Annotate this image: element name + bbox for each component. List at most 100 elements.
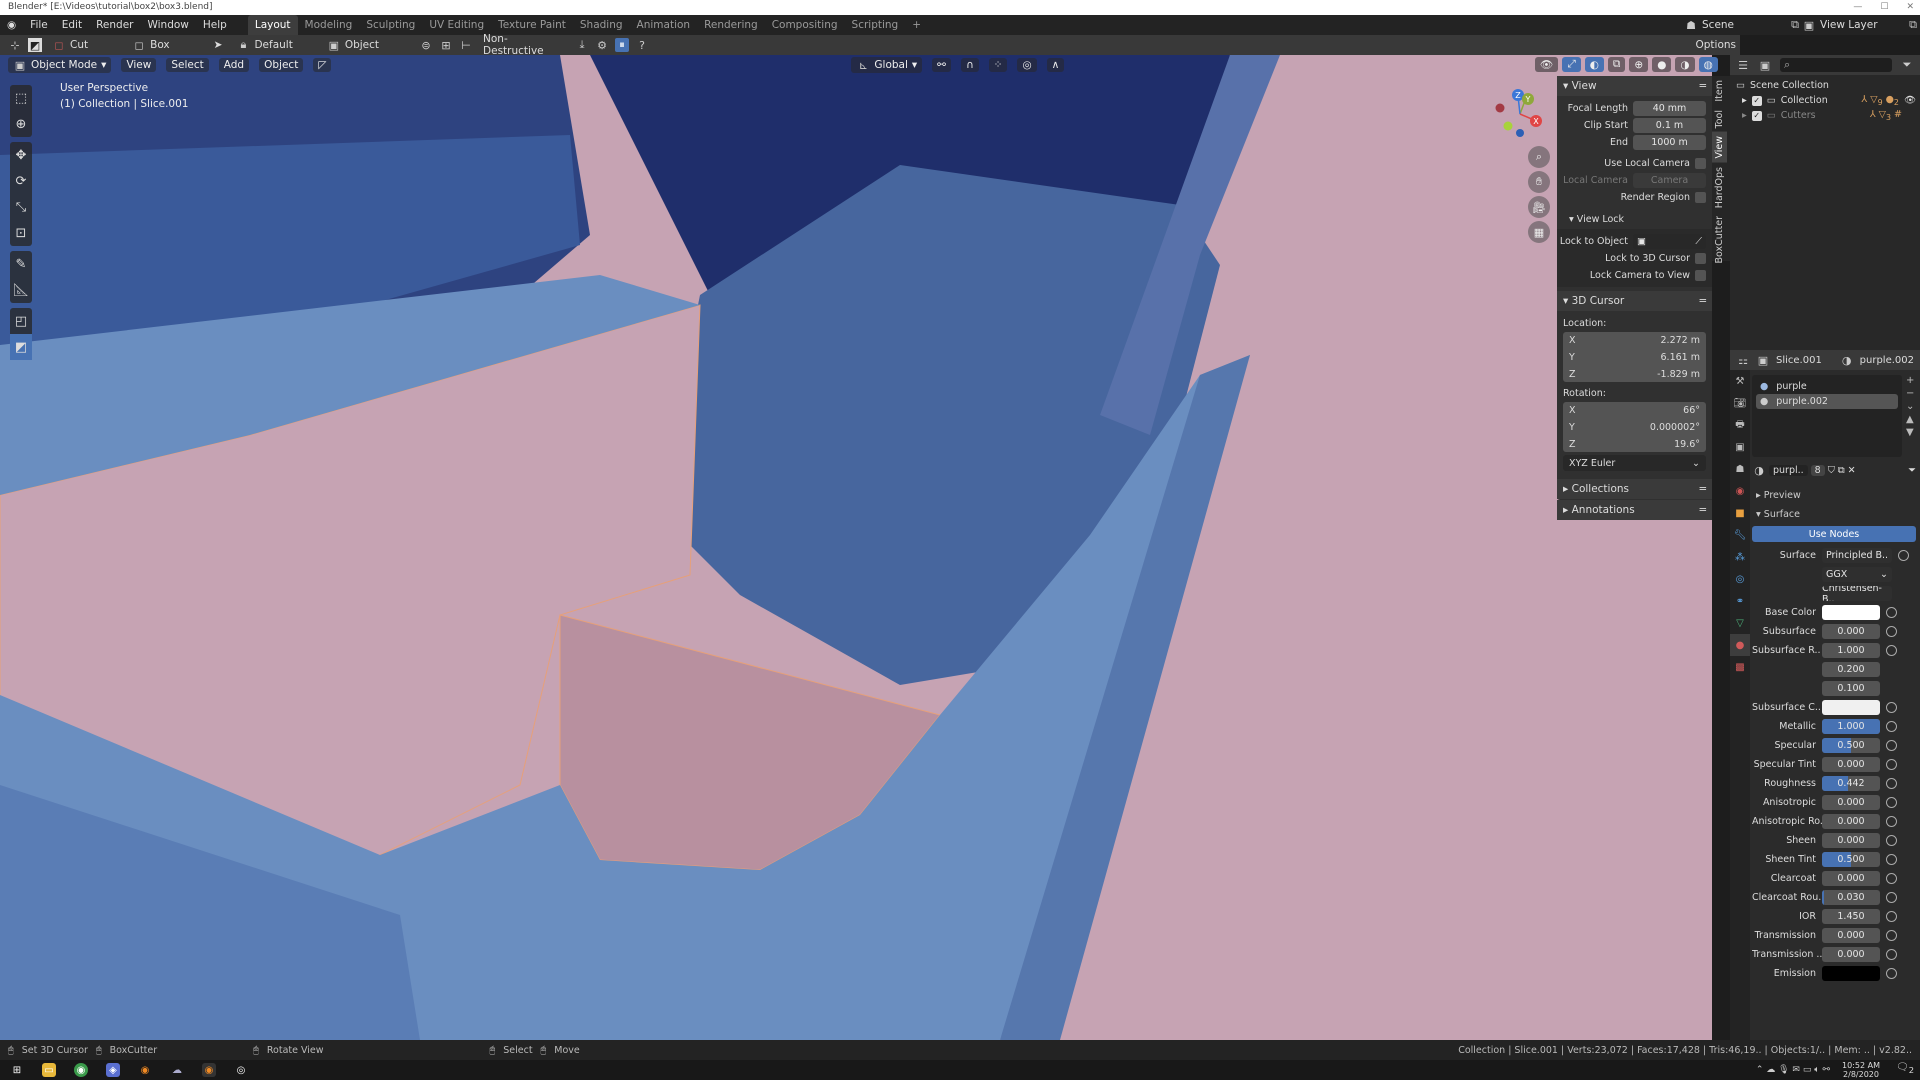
windows-start-icon[interactable]: ⊞: [10, 1063, 24, 1077]
visibility-icon[interactable]: 👁︎: [1535, 57, 1559, 72]
menu-edit[interactable]: Edit: [55, 15, 89, 35]
select-box-tool-icon[interactable]: ⬚: [10, 85, 32, 111]
options-dropdown[interactable]: Options: [1691, 37, 1740, 53]
render-tab-icon[interactable]: 📷︎: [1730, 392, 1750, 414]
duplicate-material-icon[interactable]: ⧉: [1838, 465, 1845, 476]
help-icon[interactable]: ?: [635, 38, 649, 52]
wireframe-shading-icon[interactable]: ⊕: [1629, 57, 1649, 72]
boxcutter-tool-icon[interactable]: ◩: [10, 334, 32, 360]
align-icon[interactable]: ⊢: [459, 38, 473, 52]
local-camera-field[interactable]: Camera: [1633, 172, 1706, 188]
value-slider[interactable]: 0.100: [1822, 681, 1880, 696]
socket-icon[interactable]: [1886, 645, 1897, 656]
cursor-rot-y[interactable]: Y 0.000002°: [1563, 419, 1706, 435]
texture-tab-icon[interactable]: ▩: [1730, 656, 1750, 678]
value-slider[interactable]: 1.000: [1822, 719, 1880, 734]
tab-tool[interactable]: Tool: [1712, 106, 1727, 132]
material-users-count[interactable]: 8: [1810, 465, 1825, 476]
material-shading-icon[interactable]: ◑: [1675, 57, 1695, 72]
value-slider[interactable]: 0.200: [1822, 662, 1880, 677]
value-slider[interactable]: 0.000: [1822, 624, 1880, 639]
menu-window[interactable]: Window: [140, 15, 195, 35]
value-slider[interactable]: 0.030: [1822, 890, 1880, 905]
settings-gear-icon[interactable]: ⚙: [595, 38, 609, 52]
move-slot-down-button[interactable]: ▼: [1906, 427, 1920, 438]
target-dropdown[interactable]: ▣ Object: [323, 37, 383, 53]
tool-tab-icon[interactable]: ⚒: [1730, 370, 1750, 392]
measure-tool-icon[interactable]: 📐︎: [10, 277, 32, 303]
focal-length-field[interactable]: 40 mm: [1633, 100, 1706, 116]
move-slot-up-button[interactable]: ▲: [1906, 414, 1920, 425]
viewport-extra-icon[interactable]: ◸: [313, 58, 332, 72]
minimize-button[interactable]: —: [1853, 0, 1862, 15]
socket-icon[interactable]: [1886, 797, 1897, 808]
filter-icon[interactable]: ⏷: [1900, 58, 1914, 72]
menu-select[interactable]: Select: [166, 58, 209, 72]
file-explorer-icon[interactable]: ▭: [42, 1063, 56, 1077]
clip-end-field[interactable]: 1000 m: [1633, 134, 1706, 150]
socket-icon[interactable]: [1886, 626, 1897, 637]
rendered-shading-icon[interactable]: ◍: [1698, 57, 1718, 72]
hardops-tool-icon[interactable]: ◰: [10, 308, 32, 334]
menu-render[interactable]: Render: [89, 15, 140, 35]
snap-icon[interactable]: ⊜: [419, 38, 433, 52]
socket-icon[interactable]: [1886, 930, 1897, 941]
camera-view-icon[interactable]: 🎥︎: [1528, 196, 1550, 218]
pan-hand-icon[interactable]: ✋︎: [1528, 171, 1550, 193]
pivot-dropdown[interactable]: 🔒︎ Default: [232, 37, 296, 53]
tab-compositing[interactable]: Compositing: [765, 15, 845, 35]
value-slider[interactable]: 0.000: [1822, 757, 1880, 772]
socket-icon[interactable]: [1898, 550, 1909, 561]
new-view-layer-icon[interactable]: ⧉: [1906, 18, 1920, 32]
transform-orientation-dropdown[interactable]: ⊾ Global ▾: [851, 57, 923, 73]
blender-active-icon[interactable]: ◉: [202, 1063, 216, 1077]
value-slider[interactable]: 0.000: [1822, 947, 1880, 962]
shape-dropdown[interactable]: ◻ Box: [128, 37, 174, 53]
menu-object[interactable]: Object: [259, 58, 304, 72]
value-slider[interactable]: 0.500: [1822, 852, 1880, 867]
scene-icon[interactable]: ☗: [1684, 18, 1698, 32]
value-slider[interactable]: 0.000: [1822, 871, 1880, 886]
tab-sculpting[interactable]: Sculpting: [359, 15, 422, 35]
ortho-grid-icon[interactable]: ▦: [1528, 221, 1550, 243]
tab-modeling[interactable]: Modeling: [298, 15, 360, 35]
tab-texture-paint[interactable]: Texture Paint: [491, 15, 573, 35]
surface-panel-header[interactable]: ▾ Surface: [1752, 505, 1920, 524]
gizmo-neg-y[interactable]: [1503, 121, 1513, 131]
cursor-tool-icon[interactable]: ⊕: [10, 111, 32, 137]
new-scene-icon[interactable]: ⧉: [1788, 18, 1802, 32]
scene-tab-icon[interactable]: ☗: [1730, 458, 1750, 480]
constraints-tab-icon[interactable]: ⚭: [1730, 590, 1750, 612]
collections-panel-header[interactable]: ▸ Collections ═: [1557, 479, 1712, 499]
remove-slot-button[interactable]: −: [1906, 388, 1920, 399]
zoom-icon[interactable]: ⌕: [1528, 146, 1550, 168]
filter-view-icon[interactable]: ▣: [1758, 58, 1772, 72]
modifier-tab-icon[interactable]: 🔧︎: [1730, 524, 1750, 546]
tab-shading[interactable]: Shading: [573, 15, 630, 35]
apply-icon[interactable]: ⤓: [575, 38, 589, 52]
tab-item[interactable]: Item: [1712, 76, 1727, 106]
subsurface-method-dropdown[interactable]: Christensen-B..: [1822, 586, 1892, 601]
scene-collection-row[interactable]: ▭ Scene Collection: [1730, 78, 1920, 93]
notifications-icon[interactable]: 🗨︎2: [1896, 1062, 1914, 1075]
socket-icon[interactable]: [1886, 721, 1897, 732]
maximize-button[interactable]: ☐: [1880, 0, 1888, 15]
scene-selector[interactable]: Scene: [1698, 17, 1788, 33]
value-slider[interactable]: 0.000: [1822, 928, 1880, 943]
pivot-point-icon[interactable]: ⚯: [932, 58, 951, 72]
socket-icon[interactable]: [1886, 778, 1897, 789]
use-nodes-button[interactable]: Use Nodes: [1752, 526, 1916, 542]
value-slider[interactable]: 1.000: [1822, 643, 1880, 658]
unlink-material-icon[interactable]: ✕: [1848, 465, 1856, 476]
tab-animation[interactable]: Animation: [630, 15, 698, 35]
navigation-gizmo[interactable]: Z Y X: [1490, 86, 1550, 146]
solid-shading-icon[interactable]: ●: [1652, 57, 1672, 72]
grid-icon[interactable]: ⊞: [439, 38, 453, 52]
value-slider[interactable]: 0.442: [1822, 776, 1880, 791]
tab-boxcutter[interactable]: BoxCutter: [1712, 212, 1727, 268]
annotations-panel-header[interactable]: ▸ Annotations ═: [1557, 500, 1712, 520]
socket-icon[interactable]: [1886, 816, 1897, 827]
socket-icon[interactable]: [1886, 949, 1897, 960]
rotate-tool-icon[interactable]: ⟳: [10, 168, 32, 194]
mode-selector[interactable]: ▣ Object Mode ▾: [8, 57, 112, 73]
